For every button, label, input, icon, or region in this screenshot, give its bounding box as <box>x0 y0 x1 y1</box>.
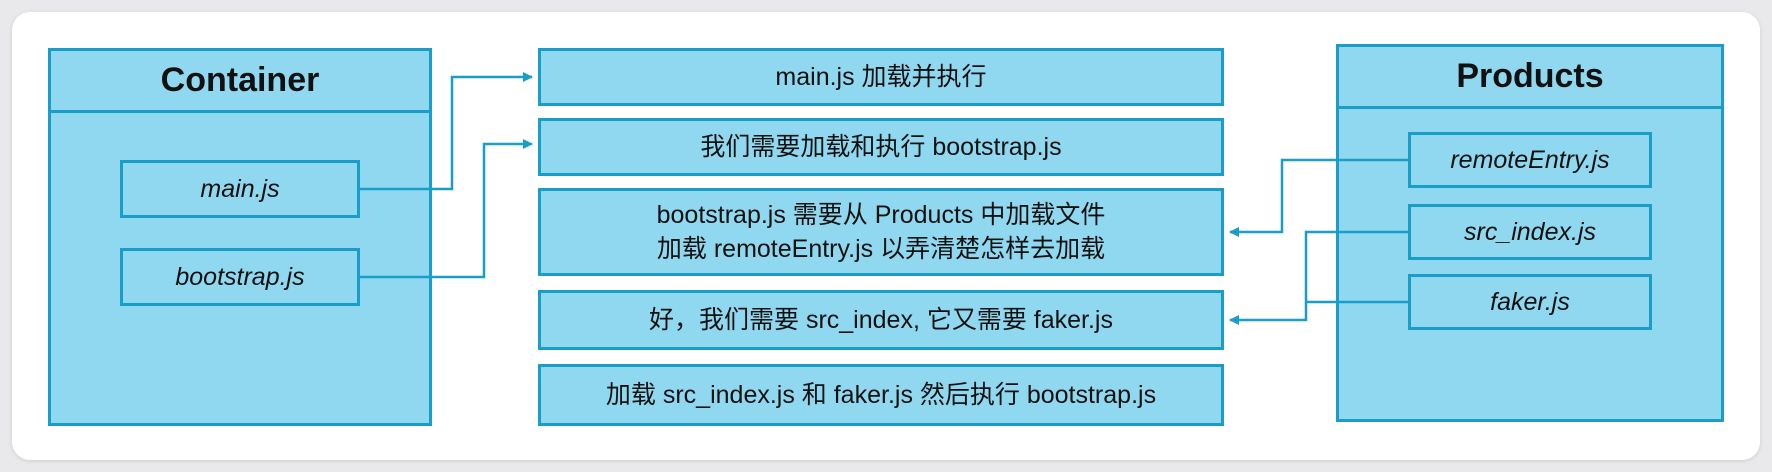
arrow-main-js-to-step-1 <box>360 72 533 191</box>
arrow-src-index-to-step-4 <box>1229 230 1408 325</box>
arrow-bootstrap-js-to-step-2 <box>360 139 533 279</box>
arrow-remoteentry-to-step-3 <box>1229 158 1408 237</box>
connector-arrows <box>360 72 1408 325</box>
